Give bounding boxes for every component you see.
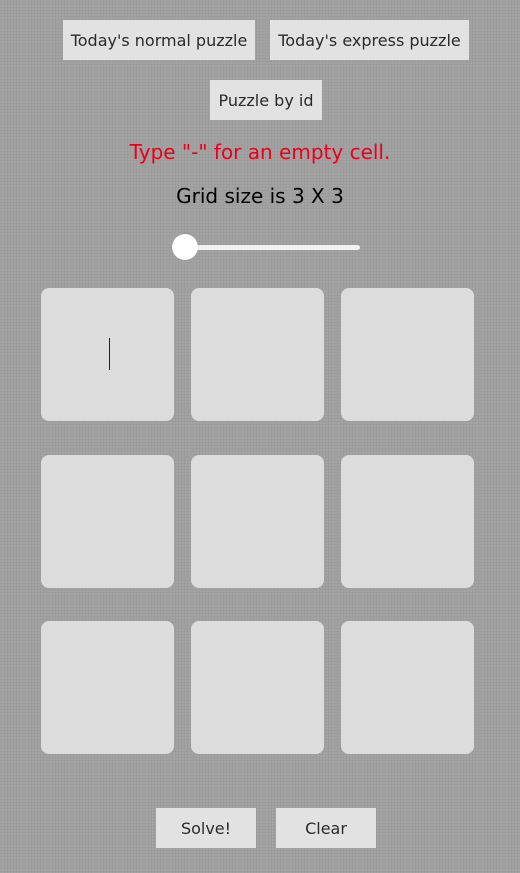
grid-cell-1-3[interactable] <box>341 288 474 421</box>
todays-express-puzzle-button[interactable]: Today's express puzzle <box>270 20 469 60</box>
puzzle-by-id-button[interactable]: Puzzle by id <box>210 80 322 120</box>
slider-track[interactable] <box>186 245 360 250</box>
text-cursor <box>109 338 110 370</box>
grid-cell-2-3[interactable] <box>341 455 474 588</box>
grid-cell-3-3[interactable] <box>341 621 474 754</box>
grid-cell-3-1[interactable] <box>41 621 174 754</box>
clear-button[interactable]: Clear <box>276 808 376 848</box>
grid-cell-1-2[interactable] <box>191 288 324 421</box>
grid-cell-2-1[interactable] <box>41 455 174 588</box>
solve-button[interactable]: Solve! <box>156 808 256 848</box>
grid-cell-1-1[interactable] <box>41 288 174 421</box>
empty-cell-hint: Type "-" for an empty cell. <box>129 140 391 164</box>
grid-size-label: Grid size is 3 X 3 <box>176 184 344 208</box>
todays-normal-puzzle-button[interactable]: Today's normal puzzle <box>63 20 255 60</box>
grid-cell-2-2[interactable] <box>191 455 324 588</box>
slider-thumb[interactable] <box>172 234 198 260</box>
grid-cell-3-2[interactable] <box>191 621 324 754</box>
